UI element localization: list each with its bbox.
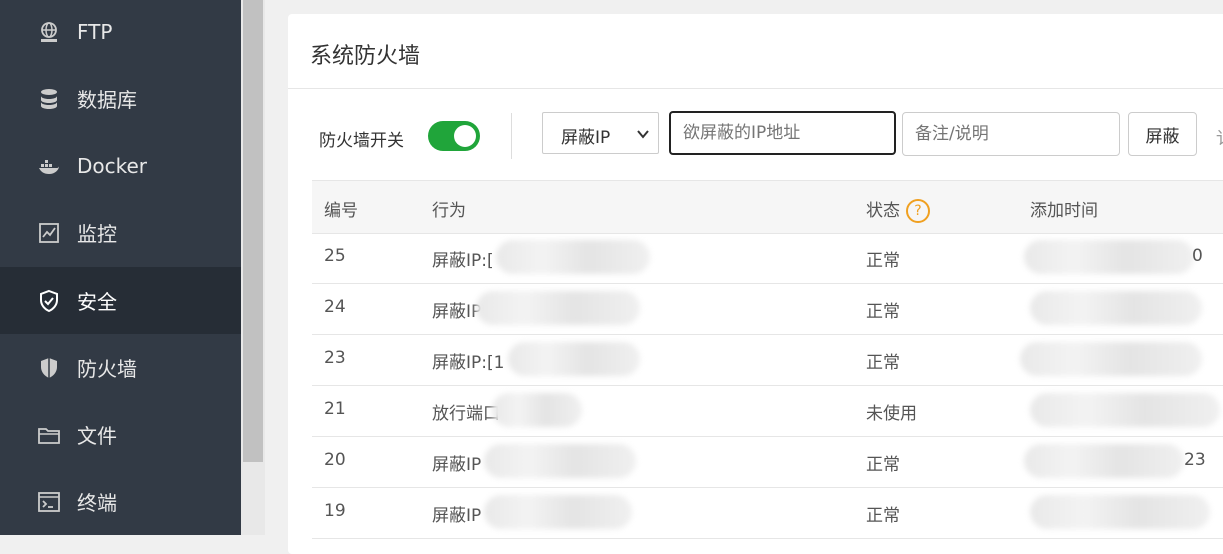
toolbar-divider <box>511 113 512 159</box>
redacted-blur <box>1024 444 1184 478</box>
redacted-blur <box>508 342 640 376</box>
block-ip-input[interactable] <box>669 111 896 155</box>
sidebar-item-docker[interactable]: Docker <box>0 132 241 199</box>
sidebar: FTP 数据库 Docker 监控 安全 防火墙 文件 终端 <box>0 0 241 535</box>
cell-status: 正常 <box>866 302 900 322</box>
cell-time: 0 <box>1192 246 1203 266</box>
cell-time: 23 <box>1184 450 1206 470</box>
rule-type-value: 屏蔽IP <box>561 128 611 148</box>
sidebar-item-label: 文件 <box>77 424 117 448</box>
cell-id: 21 <box>324 399 346 419</box>
rule-type-select[interactable]: 屏蔽IP <box>542 112 659 154</box>
cell-status: 未使用 <box>866 404 917 424</box>
sidebar-item-firewall[interactable]: 防火墙 <box>0 334 241 401</box>
help-icon[interactable]: ? <box>906 199 930 223</box>
redacted-blur <box>484 444 636 478</box>
cell-status: 正常 <box>866 506 900 526</box>
sidebar-item-terminal[interactable]: 终端 <box>0 468 241 535</box>
cell-action: 屏蔽IP <box>432 302 482 322</box>
column-header-status-text: 状态 <box>866 201 900 221</box>
column-header-id: 编号 <box>324 201 358 221</box>
redacted-blur <box>1030 291 1202 325</box>
chevron-down-icon <box>636 126 650 146</box>
column-header-status: 状态? <box>866 196 930 223</box>
column-header-time: 添加时间 <box>1030 201 1098 221</box>
sidebar-item-label: 数据库 <box>77 88 137 112</box>
sidebar-item-ftp[interactable]: FTP <box>0 0 241 65</box>
page-title: 系统防火墙 <box>310 44 421 69</box>
cell-action: 屏蔽IP <box>432 506 482 526</box>
table-row[interactable]: 20 屏蔽IP 正常 23 <box>312 436 1223 488</box>
ftp-icon <box>37 20 61 44</box>
docker-icon <box>37 154 61 178</box>
block-button[interactable]: 屏蔽 <box>1128 112 1197 156</box>
scrollbar-thumb[interactable] <box>243 0 263 462</box>
sidebar-item-label: 防火墙 <box>77 357 137 381</box>
redacted-blur <box>484 495 632 529</box>
redacted-blur <box>1030 393 1220 427</box>
table-row[interactable]: 24 屏蔽IP 正常 <box>312 283 1223 335</box>
table-row[interactable]: 25 屏蔽IP:[ 正常 0 <box>312 232 1223 284</box>
table-row[interactable]: 21 放行端口 未使用 <box>312 385 1223 437</box>
cell-action: 屏蔽IP:[1 <box>432 353 505 373</box>
cell-id: 20 <box>324 450 346 470</box>
redacted-blur <box>1024 240 1194 274</box>
toggle-knob <box>454 125 476 147</box>
table-row[interactable]: 19 屏蔽IP 正常 <box>312 487 1223 539</box>
sidebar-item-monitor[interactable]: 监控 <box>0 199 241 266</box>
monitor-icon <box>37 221 61 245</box>
sidebar-item-label: 终端 <box>77 491 117 515</box>
sidebar-item-label: 监控 <box>77 222 117 246</box>
redacted-blur <box>1020 342 1202 376</box>
clipped-text: 讠 <box>1216 124 1223 149</box>
sidebar-item-security[interactable]: 安全 <box>0 267 241 334</box>
firewall-icon <box>37 356 61 380</box>
table-header: 编号 行为 状态? 添加时间 <box>312 180 1223 234</box>
cell-action: 放行端口 <box>432 404 500 424</box>
shield-icon <box>37 289 61 313</box>
table-row[interactable]: 23 屏蔽IP:[1 正常 <box>312 334 1223 386</box>
cell-status: 正常 <box>866 251 900 271</box>
firewall-toggle-label: 防火墙开关 <box>319 131 404 151</box>
sidebar-item-files[interactable]: 文件 <box>0 401 241 468</box>
redacted-blur <box>492 393 582 427</box>
note-input[interactable] <box>902 112 1120 156</box>
redacted-blur <box>476 291 640 325</box>
cell-id: 19 <box>324 501 346 521</box>
cell-action: 屏蔽IP <box>432 455 482 475</box>
cell-status: 正常 <box>866 353 900 373</box>
terminal-icon <box>37 490 61 514</box>
sidebar-item-label: FTP <box>77 19 113 44</box>
cell-id: 24 <box>324 297 346 317</box>
database-icon <box>37 87 61 111</box>
redacted-blur <box>1030 495 1210 529</box>
sidebar-item-database[interactable]: 数据库 <box>0 65 241 132</box>
sidebar-item-label: 安全 <box>77 290 117 314</box>
sidebar-item-label: Docker <box>77 153 148 178</box>
folder-icon <box>37 423 61 447</box>
cell-id: 23 <box>324 348 346 368</box>
cell-status: 正常 <box>866 455 900 475</box>
title-divider <box>288 88 1223 89</box>
cell-action: 屏蔽IP:[ <box>432 251 494 271</box>
redacted-blur <box>496 240 650 274</box>
firewall-toggle[interactable] <box>428 121 480 151</box>
cell-id: 25 <box>324 246 346 266</box>
firewall-panel: 系统防火墙 防火墙开关 屏蔽IP 屏蔽 讠 编号 行为 状态? 添加时间 25 … <box>288 14 1223 554</box>
column-header-action: 行为 <box>432 201 466 221</box>
